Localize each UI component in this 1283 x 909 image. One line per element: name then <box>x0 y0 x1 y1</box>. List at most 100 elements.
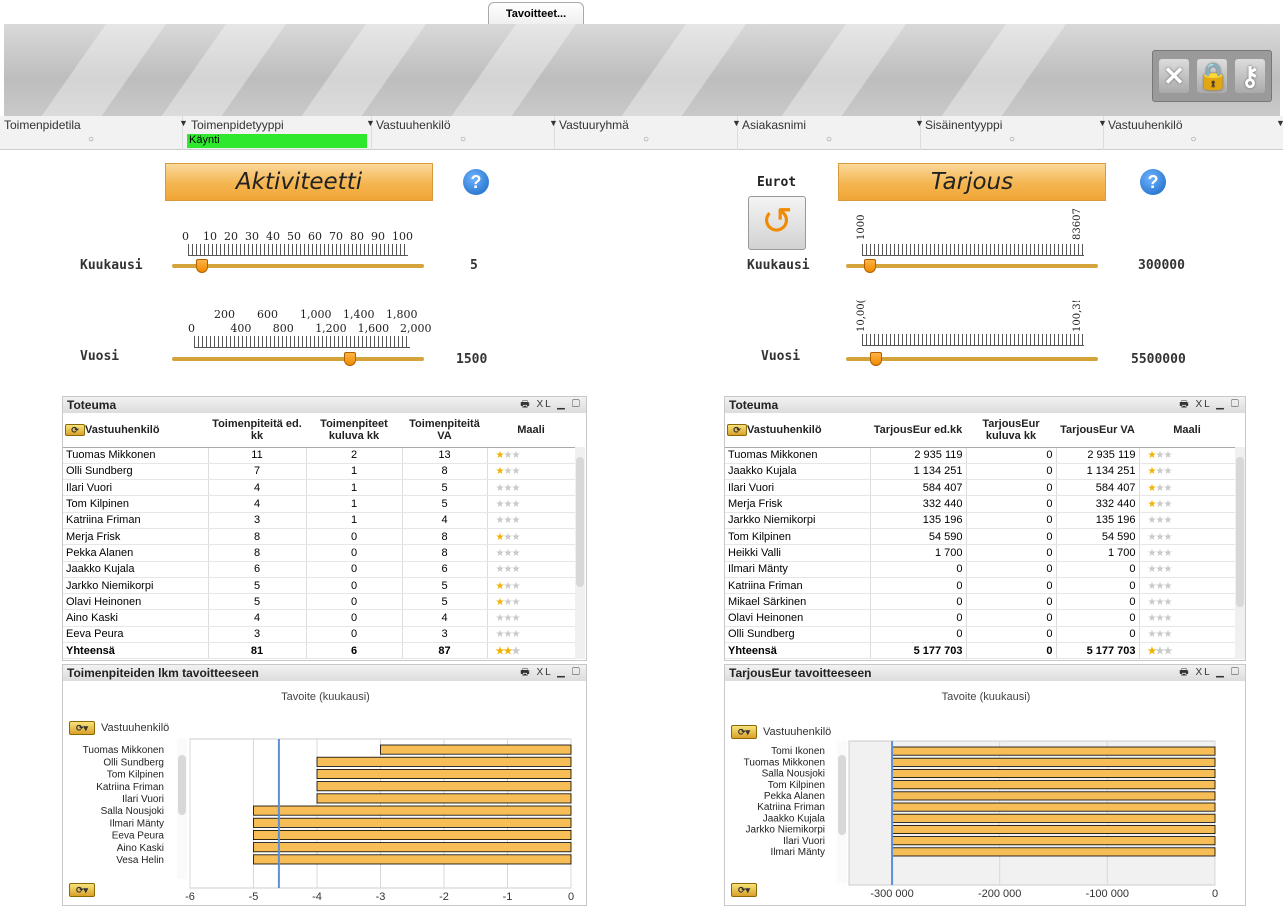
x-tick-label: -100 000 <box>1086 888 1129 900</box>
value-cell: 0 <box>306 626 403 644</box>
month-slider-handle[interactable] <box>864 259 876 273</box>
right-chart-panel: TarjousEur tavoitteeseen 🖶 XL ▁ ▢ Tavoit… <box>724 664 1246 906</box>
total-row[interactable]: Yhteensä 81 6 87 ★★★ <box>63 642 576 660</box>
key-icon[interactable]: ⚷ <box>1235 59 1265 93</box>
x-tick-label: -2 <box>439 891 449 903</box>
month-slider[interactable] <box>172 264 424 268</box>
month-slider-handle[interactable] <box>196 259 208 273</box>
panel-controls[interactable]: 🖶 XL ▁ ▢ <box>1179 397 1241 413</box>
year-label: Vuosi <box>761 349 801 364</box>
help-icon[interactable]: ? <box>463 169 489 195</box>
value-cell: 0 <box>870 609 967 627</box>
goal-cell: ★★★ <box>1139 479 1236 497</box>
filter-asiakasnimi[interactable]: ▼ Asiakasnimi ○ <box>732 116 921 150</box>
value-cell: 0 <box>966 561 1057 578</box>
column-header[interactable]: Toimenpiteitä VA <box>402 413 487 448</box>
year-slider[interactable] <box>846 357 1098 361</box>
total-row[interactable]: Yhteensä 5 177 703 0 5 177 703 ★★★ <box>725 642 1236 660</box>
column-header[interactable]: Maali <box>1139 413 1235 448</box>
column-header[interactable]: TarjousEur kuluva kk <box>966 413 1056 448</box>
lock-icon[interactable]: 🔒 <box>1197 59 1229 93</box>
left-toteuma-panel: Toteuma 🖶 XL ▁ ▢ ⟳ Vastuuhenkilö Toimenpi… <box>62 396 587 661</box>
value-cell: 6 <box>306 642 403 660</box>
value-cell: 5 <box>402 479 488 497</box>
goal-cell: ★★★ <box>487 626 576 644</box>
goal-cell: ★★★ <box>487 463 576 481</box>
table-row[interactable]: Jarkko Niemikorpi 135 196 0 135 196 ★★★ <box>725 512 1236 529</box>
name-cell: Pekka Alanen <box>63 544 209 562</box>
scrollbar-thumb[interactable] <box>576 457 584 587</box>
table-row[interactable]: Olavi Heinonen 5 0 5 ★★★ <box>63 593 576 611</box>
rating-stars: ★★★ <box>1147 450 1173 462</box>
table-row[interactable]: Tom Kilpinen 54 590 0 54 590 ★★★ <box>725 528 1236 546</box>
year-slider[interactable] <box>172 357 424 361</box>
value-cell: 0 <box>870 593 967 611</box>
scrollbar-thumb[interactable] <box>1236 457 1244 607</box>
table-row[interactable]: Pekka Alanen 8 0 8 ★★★ <box>63 544 576 562</box>
refresh-button[interactable]: ↺ <box>748 196 806 250</box>
rating-stars: ★★★ <box>1147 596 1173 608</box>
bar <box>253 817 572 828</box>
title-tarjous: Tarjous <box>838 163 1106 201</box>
table-row[interactable]: Ilari Vuori 584 407 0 584 407 ★★★ <box>725 479 1236 497</box>
goal-cell: ★★★ <box>1139 495 1236 513</box>
value-cell: 1 <box>306 495 403 513</box>
filter-vastuuhenkilo-2[interactable]: ▼ Vastuuhenkilö ○ ▼ <box>1098 116 1283 150</box>
table-row[interactable]: Olli Sundberg 7 1 8 ★★★ <box>63 463 576 481</box>
value-cell: 3 <box>402 626 488 644</box>
table-row[interactable]: Olli Sundberg 0 0 0 ★★★ <box>725 626 1236 644</box>
table-row[interactable]: Tom Kilpinen 4 1 5 ★★★ <box>63 495 576 513</box>
filter-vastuuryhma[interactable]: ▼ Vastuuryhmä ○ <box>549 116 738 150</box>
table-row[interactable]: Heikki Valli 1 700 0 1 700 ★★★ <box>725 544 1236 562</box>
column-header[interactable]: TarjousEur VA <box>1056 413 1139 448</box>
table-row[interactable]: Mikael Särkinen 0 0 0 ★★★ <box>725 593 1236 611</box>
panel-title: Toteuma <box>67 398 117 412</box>
close-icon[interactable]: ✕ <box>1159 59 1189 93</box>
rating-stars: ★★★ <box>1147 613 1173 625</box>
value-cell: 5 <box>402 495 488 513</box>
column-header[interactable]: TarjousEur ed.kk <box>870 413 966 448</box>
filter-selected-value: Käynti <box>187 134 367 148</box>
value-cell: 584 407 <box>1056 479 1140 497</box>
scrollbar[interactable] <box>1235 447 1245 659</box>
value-cell: 0 <box>306 577 403 595</box>
table-row[interactable]: Katriina Friman 0 0 0 ★★★ <box>725 577 1236 595</box>
column-header[interactable]: Maali <box>487 413 575 448</box>
value-cell: 6 <box>402 561 488 578</box>
month-slider[interactable] <box>846 264 1098 268</box>
year-slider-handle[interactable] <box>344 352 356 366</box>
column-header[interactable]: Toimenpiteet kuluva kk <box>306 413 402 448</box>
table-row[interactable]: Jarkko Niemikorpi 5 0 5 ★★★ <box>63 577 576 595</box>
table-row[interactable]: Merja Frisk 8 0 8 ★★★ <box>63 528 576 546</box>
table-row[interactable]: Aino Kaski 4 0 4 ★★★ <box>63 609 576 627</box>
filter-sisainentyyppi[interactable]: ▼ Sisäinentyyppi ○ <box>915 116 1104 150</box>
panel-controls[interactable]: 🖶 XL ▁ ▢ <box>520 397 582 413</box>
table-row[interactable]: Merja Frisk 332 440 0 332 440 ★★★ <box>725 495 1236 513</box>
table-row[interactable]: Ilmari Mänty 0 0 0 ★★★ <box>725 561 1236 578</box>
scrollbar[interactable] <box>575 447 585 659</box>
goal-cell: ★★★ <box>487 642 576 660</box>
column-header[interactable]: ⟳ Vastuuhenkilö <box>725 413 870 448</box>
table-row[interactable]: Olavi Heinonen 0 0 0 ★★★ <box>725 609 1236 627</box>
table-row[interactable]: Ilari Vuori 4 1 5 ★★★ <box>63 479 576 497</box>
table-row[interactable]: Tuomas Mikkonen 11 2 13 ★★★ <box>63 447 576 464</box>
name-cell: Olli Sundberg <box>63 463 209 481</box>
cycle-icon[interactable]: ⟳ <box>65 423 85 436</box>
value-cell: 2 935 119 <box>870 447 967 464</box>
table-row[interactable]: Jaakko Kujala 6 0 6 ★★★ <box>63 561 576 578</box>
table-row[interactable]: Jaakko Kujala 1 134 251 0 1 134 251 ★★★ <box>725 463 1236 481</box>
filter-value: ○ <box>1008 134 1016 145</box>
tab-tavoitteet[interactable]: Tavoitteet... <box>488 2 584 26</box>
table-row[interactable]: Tuomas Mikkonen 2 935 119 0 2 935 119 ★★★ <box>725 447 1236 464</box>
column-header[interactable]: ⟳ Vastuuhenkilö <box>63 413 208 448</box>
filter-toimenpidetila[interactable]: Toimenpidetila ○ <box>0 116 183 150</box>
help-icon[interactable]: ? <box>1140 169 1166 195</box>
year-slider-handle[interactable] <box>870 352 882 366</box>
filter-toimenpidetyyppi[interactable]: ▼ Toimenpidetyyppi Käynti <box>179 116 372 150</box>
table-row[interactable]: Katriina Friman 3 1 4 ★★★ <box>63 512 576 529</box>
cycle-icon[interactable]: ⟳ <box>727 423 747 436</box>
filter-vastuuhenkilo[interactable]: ▼ Vastuuhenkilö ○ <box>366 116 555 150</box>
value-cell: 0 <box>1056 593 1140 611</box>
table-row[interactable]: Eeva Peura 3 0 3 ★★★ <box>63 626 576 644</box>
column-header[interactable]: Toimenpiteitä ed. kk <box>208 413 306 448</box>
